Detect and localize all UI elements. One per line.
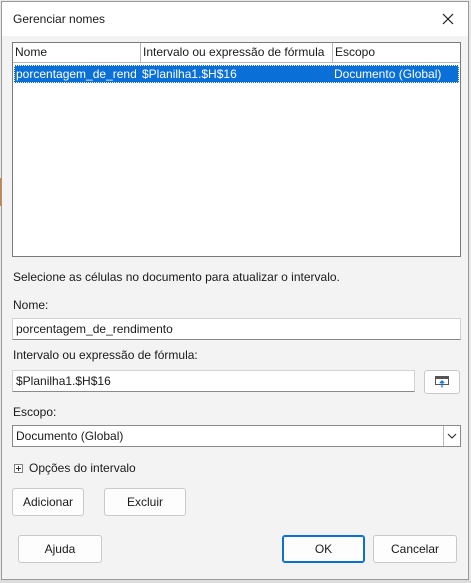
names-list[interactable]: Nome Intervalo ou expressão de fórmula E… bbox=[12, 42, 461, 257]
range-options-expander[interactable]: Opções do intervalo bbox=[14, 461, 136, 475]
manage-names-dialog: Gerenciar nomes Nome Intervalo ou expres… bbox=[1, 1, 469, 580]
close-button[interactable] bbox=[434, 6, 462, 32]
column-header-scope[interactable]: Escopo bbox=[333, 43, 460, 62]
range-field[interactable]: $Planilha1.$H$16 bbox=[12, 370, 415, 392]
scope-select[interactable]: Documento (Global) bbox=[12, 425, 461, 447]
range-label: Intervalo ou expressão de fórmula: bbox=[13, 348, 198, 362]
row-name-cell: porcentagem_de_rend bbox=[16, 67, 137, 81]
names-list-header: Nome Intervalo ou expressão de fórmula E… bbox=[13, 43, 460, 63]
chevron-down-icon bbox=[447, 433, 457, 439]
ok-button[interactable]: OK bbox=[282, 535, 365, 563]
dialog-title: Gerenciar nomes bbox=[13, 12, 106, 26]
expand-plus-icon[interactable] bbox=[14, 463, 23, 473]
name-field[interactable]: porcentagem_de_rendimento bbox=[12, 318, 461, 340]
dialog-titlebar: Gerenciar nomes bbox=[2, 2, 468, 36]
shrink-button[interactable] bbox=[424, 370, 460, 394]
row-range-cell: $Planilha1.$H$16 bbox=[142, 67, 237, 81]
close-icon bbox=[442, 13, 454, 25]
name-label: Nome: bbox=[13, 298, 49, 312]
range-options-label: Opções do intervalo bbox=[29, 461, 136, 475]
instruction-text: Selecione as células no documento para a… bbox=[13, 270, 340, 284]
help-button[interactable]: Ajuda bbox=[18, 535, 102, 563]
scope-dropdown-button[interactable] bbox=[443, 426, 460, 446]
column-header-range[interactable]: Intervalo ou expressão de fórmula bbox=[141, 43, 333, 62]
scope-select-value: Documento (Global) bbox=[16, 429, 124, 443]
scope-label: Escopo: bbox=[13, 405, 57, 419]
delete-button[interactable]: Excluir bbox=[104, 488, 186, 516]
column-header-name[interactable]: Nome bbox=[13, 43, 141, 62]
row-scope-cell: Documento (Global) bbox=[334, 67, 442, 81]
shrink-dialog-icon bbox=[435, 376, 449, 388]
names-list-row[interactable]: porcentagem_de_rend $Planilha1.$H$16 Doc… bbox=[14, 65, 459, 83]
cancel-button[interactable]: Cancelar bbox=[373, 535, 457, 563]
add-button[interactable]: Adicionar bbox=[12, 488, 84, 516]
